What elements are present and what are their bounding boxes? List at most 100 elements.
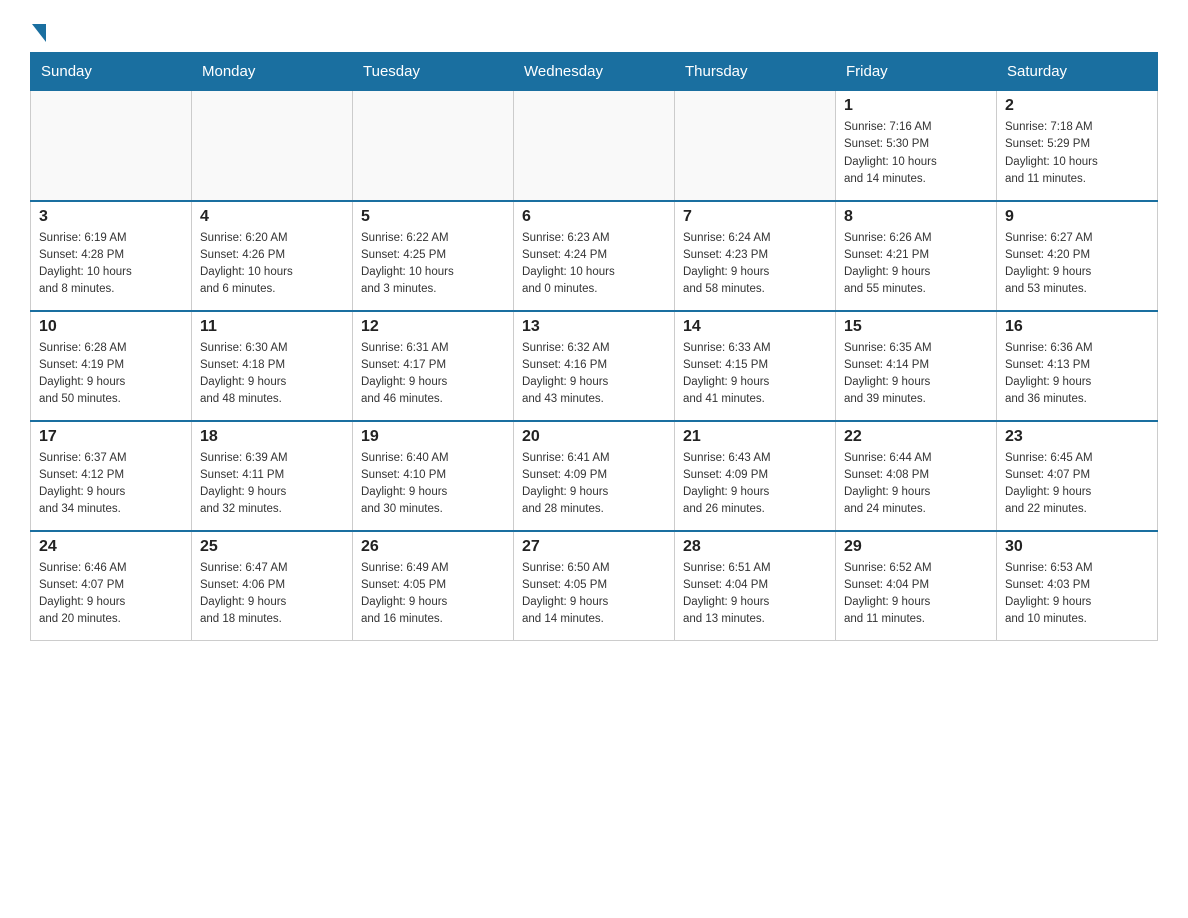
day-info: Sunrise: 6:40 AMSunset: 4:10 PMDaylight:… xyxy=(361,450,505,519)
day-number: 26 xyxy=(361,538,505,556)
day-number: 11 xyxy=(200,318,344,336)
day-info: Sunrise: 6:49 AMSunset: 4:05 PMDaylight:… xyxy=(361,560,505,629)
calendar-cell: 18 Sunrise: 6:39 AMSunset: 4:11 PMDayligh… xyxy=(192,421,353,531)
day-number: 14 xyxy=(683,318,827,336)
day-number: 24 xyxy=(39,538,183,556)
day-info: Sunrise: 6:52 AMSunset: 4:04 PMDaylight:… xyxy=(844,560,988,629)
day-number: 23 xyxy=(1005,428,1149,446)
weekday-header-friday: Friday xyxy=(836,53,997,91)
day-number: 8 xyxy=(844,208,988,226)
day-number: 7 xyxy=(683,208,827,226)
calendar-cell: 23 Sunrise: 6:45 AMSunset: 4:07 PMDayligh… xyxy=(997,421,1158,531)
day-info: Sunrise: 6:19 AMSunset: 4:28 PMDaylight:… xyxy=(39,230,183,299)
calendar-cell xyxy=(31,91,192,201)
day-number: 22 xyxy=(844,428,988,446)
day-info: Sunrise: 7:18 AMSunset: 5:29 PMDaylight:… xyxy=(1005,119,1149,188)
calendar-cell: 6 Sunrise: 6:23 AMSunset: 4:24 PMDaylight… xyxy=(514,201,675,311)
day-info: Sunrise: 6:51 AMSunset: 4:04 PMDaylight:… xyxy=(683,560,827,629)
day-info: Sunrise: 6:26 AMSunset: 4:21 PMDaylight:… xyxy=(844,230,988,299)
day-number: 12 xyxy=(361,318,505,336)
weekday-header-saturday: Saturday xyxy=(997,53,1158,91)
calendar-cell xyxy=(514,91,675,201)
day-number: 17 xyxy=(39,428,183,446)
calendar-cell: 8 Sunrise: 6:26 AMSunset: 4:21 PMDaylight… xyxy=(836,201,997,311)
calendar-cell: 1 Sunrise: 7:16 AMSunset: 5:30 PMDaylight… xyxy=(836,91,997,201)
calendar-cell: 15 Sunrise: 6:35 AMSunset: 4:14 PMDayligh… xyxy=(836,311,997,421)
calendar-cell: 9Sunrise: 6:27 AMSunset: 4:20 PMDaylight… xyxy=(997,201,1158,311)
day-info: Sunrise: 6:53 AMSunset: 4:03 PMDaylight:… xyxy=(1005,560,1149,629)
day-number: 30 xyxy=(1005,538,1149,556)
calendar-cell xyxy=(353,91,514,201)
day-number: 6 xyxy=(522,208,666,226)
day-number: 1 xyxy=(844,97,988,115)
calendar-cell: 4 Sunrise: 6:20 AMSunset: 4:26 PMDaylight… xyxy=(192,201,353,311)
calendar-cell: 5 Sunrise: 6:22 AMSunset: 4:25 PMDaylight… xyxy=(353,201,514,311)
calendar-cell: 30 Sunrise: 6:53 AMSunset: 4:03 PMDayligh… xyxy=(997,531,1158,641)
day-info: Sunrise: 6:37 AMSunset: 4:12 PMDaylight:… xyxy=(39,450,183,519)
day-info: Sunrise: 6:28 AMSunset: 4:19 PMDaylight:… xyxy=(39,340,183,409)
day-info: Sunrise: 6:39 AMSunset: 4:11 PMDaylight:… xyxy=(200,450,344,519)
calendar-cell xyxy=(192,91,353,201)
day-info: Sunrise: 6:41 AMSunset: 4:09 PMDaylight:… xyxy=(522,450,666,519)
calendar-cell: 17 Sunrise: 6:37 AMSunset: 4:12 PMDayligh… xyxy=(31,421,192,531)
day-number: 13 xyxy=(522,318,666,336)
day-info: Sunrise: 6:43 AMSunset: 4:09 PMDaylight:… xyxy=(683,450,827,519)
calendar-table: SundayMondayTuesdayWednesdayThursdayFrid… xyxy=(30,52,1158,641)
day-number: 20 xyxy=(522,428,666,446)
day-number: 3 xyxy=(39,208,183,226)
calendar-cell: 22Sunrise: 6:44 AMSunset: 4:08 PMDayligh… xyxy=(836,421,997,531)
calendar-cell: 16 Sunrise: 6:36 AMSunset: 4:13 PMDayligh… xyxy=(997,311,1158,421)
calendar-week-row: 3 Sunrise: 6:19 AMSunset: 4:28 PMDaylight… xyxy=(31,201,1158,311)
weekday-header-tuesday: Tuesday xyxy=(353,53,514,91)
calendar-cell: 29 Sunrise: 6:52 AMSunset: 4:04 PMDayligh… xyxy=(836,531,997,641)
calendar-cell: 24 Sunrise: 6:46 AMSunset: 4:07 PMDayligh… xyxy=(31,531,192,641)
calendar-cell: 26 Sunrise: 6:49 AMSunset: 4:05 PMDayligh… xyxy=(353,531,514,641)
weekday-header-wednesday: Wednesday xyxy=(514,53,675,91)
weekday-header-thursday: Thursday xyxy=(675,53,836,91)
calendar-week-row: 10 Sunrise: 6:28 AMSunset: 4:19 PMDayligh… xyxy=(31,311,1158,421)
day-info: Sunrise: 6:32 AMSunset: 4:16 PMDaylight:… xyxy=(522,340,666,409)
day-info: Sunrise: 6:30 AMSunset: 4:18 PMDaylight:… xyxy=(200,340,344,409)
calendar-cell: 12Sunrise: 6:31 AMSunset: 4:17 PMDayligh… xyxy=(353,311,514,421)
day-number: 27 xyxy=(522,538,666,556)
day-number: 29 xyxy=(844,538,988,556)
day-info: Sunrise: 6:35 AMSunset: 4:14 PMDaylight:… xyxy=(844,340,988,409)
day-number: 9 xyxy=(1005,208,1149,226)
logo-arrow-icon xyxy=(32,24,46,42)
day-number: 28 xyxy=(683,538,827,556)
day-info: Sunrise: 6:23 AMSunset: 4:24 PMDaylight:… xyxy=(522,230,666,299)
calendar-cell: 25Sunrise: 6:47 AMSunset: 4:06 PMDayligh… xyxy=(192,531,353,641)
day-info: Sunrise: 6:24 AMSunset: 4:23 PMDaylight:… xyxy=(683,230,827,299)
day-number: 4 xyxy=(200,208,344,226)
calendar-cell xyxy=(675,91,836,201)
day-number: 21 xyxy=(683,428,827,446)
day-number: 10 xyxy=(39,318,183,336)
calendar-cell: 10 Sunrise: 6:28 AMSunset: 4:19 PMDayligh… xyxy=(31,311,192,421)
day-info: Sunrise: 6:22 AMSunset: 4:25 PMDaylight:… xyxy=(361,230,505,299)
calendar-cell: 3 Sunrise: 6:19 AMSunset: 4:28 PMDaylight… xyxy=(31,201,192,311)
calendar-cell: 27 Sunrise: 6:50 AMSunset: 4:05 PMDayligh… xyxy=(514,531,675,641)
day-number: 15 xyxy=(844,318,988,336)
day-info: Sunrise: 6:33 AMSunset: 4:15 PMDaylight:… xyxy=(683,340,827,409)
day-number: 2 xyxy=(1005,97,1149,115)
calendar-cell: 2 Sunrise: 7:18 AMSunset: 5:29 PMDaylight… xyxy=(997,91,1158,201)
day-info: Sunrise: 6:47 AMSunset: 4:06 PMDaylight:… xyxy=(200,560,344,629)
calendar-week-row: 1 Sunrise: 7:16 AMSunset: 5:30 PMDaylight… xyxy=(31,91,1158,201)
day-info: Sunrise: 6:45 AMSunset: 4:07 PMDaylight:… xyxy=(1005,450,1149,519)
day-number: 18 xyxy=(200,428,344,446)
weekday-header-sunday: Sunday xyxy=(31,53,192,91)
day-number: 16 xyxy=(1005,318,1149,336)
day-info: Sunrise: 6:36 AMSunset: 4:13 PMDaylight:… xyxy=(1005,340,1149,409)
calendar-cell: 14 Sunrise: 6:33 AMSunset: 4:15 PMDayligh… xyxy=(675,311,836,421)
calendar-week-row: 24 Sunrise: 6:46 AMSunset: 4:07 PMDayligh… xyxy=(31,531,1158,641)
calendar-cell: 7 Sunrise: 6:24 AMSunset: 4:23 PMDaylight… xyxy=(675,201,836,311)
weekday-header-row: SundayMondayTuesdayWednesdayThursdayFrid… xyxy=(31,53,1158,91)
calendar-cell: 28 Sunrise: 6:51 AMSunset: 4:04 PMDayligh… xyxy=(675,531,836,641)
logo xyxy=(30,20,46,42)
calendar-week-row: 17 Sunrise: 6:37 AMSunset: 4:12 PMDayligh… xyxy=(31,421,1158,531)
day-info: Sunrise: 6:20 AMSunset: 4:26 PMDaylight:… xyxy=(200,230,344,299)
day-number: 5 xyxy=(361,208,505,226)
day-info: Sunrise: 7:16 AMSunset: 5:30 PMDaylight:… xyxy=(844,119,988,188)
day-info: Sunrise: 6:46 AMSunset: 4:07 PMDaylight:… xyxy=(39,560,183,629)
day-info: Sunrise: 6:50 AMSunset: 4:05 PMDaylight:… xyxy=(522,560,666,629)
